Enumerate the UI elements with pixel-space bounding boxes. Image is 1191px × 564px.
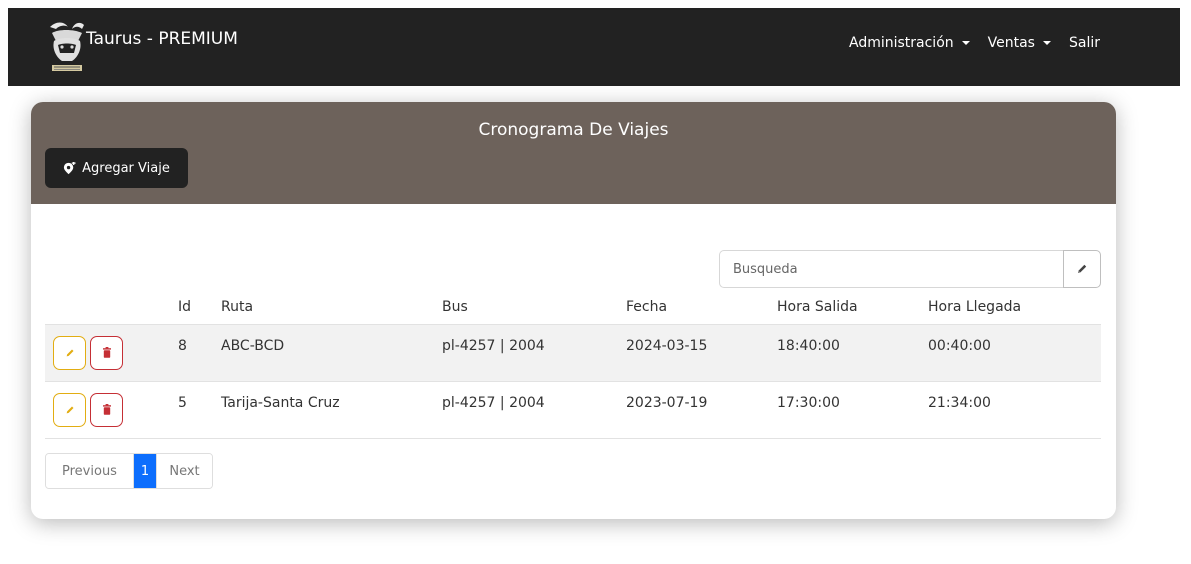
brand-title: Taurus - PREMIUM [86,29,238,49]
cell-hora-salida: 18:40:00 [777,337,840,354]
search-group [719,250,1101,288]
cell-hora-llegada: 21:34:00 [928,394,991,411]
nav-item-ventas[interactable]: Ventas [988,35,1051,51]
caret-down-icon [1042,41,1051,45]
map-marker-plus-icon [64,161,76,174]
cell-fecha: 2023-07-19 [626,394,708,411]
table-row: 5 Tarija-Santa Cruz pl-4257 | 2004 2023-… [45,381,1101,438]
cell-hora-salida: 17:30:00 [777,394,840,411]
column-header-ruta: Ruta [221,290,442,325]
column-header-hora-salida: Hora Salida [777,290,928,325]
trips-table: Id Ruta Bus Fecha Hora Salida Hora Llega… [45,290,1101,439]
cell-bus: pl-4257 | 2004 [442,337,545,354]
pagination-next[interactable]: Next [156,454,212,488]
cell-hora-llegada: 00:40:00 [928,337,991,354]
page-title: Cronograma De Viajes [478,120,669,140]
nav-item-administracion[interactable]: Administración [849,35,970,51]
nav-item-label: Ventas [987,35,1035,51]
trash-icon [102,404,111,415]
brand-link[interactable]: Taurus - PREMIUM [44,15,238,79]
row-actions [45,381,178,438]
column-header-id: Id [178,290,221,325]
nav-item-salir[interactable]: Salir [1069,35,1100,51]
table-row: 8 ABC-BCD pl-4257 | 2004 2024-03-15 18:4… [45,324,1101,381]
add-trip-button-label: Agregar Viaje [82,160,170,176]
cell-fecha: 2024-03-15 [626,337,708,354]
top-navbar: Taurus - PREMIUM Administración Ventas S… [8,8,1180,86]
nav-item-label: Administración [848,35,954,51]
cell-id: 8 [178,337,187,354]
pagination: Previous 1 Next [45,453,213,489]
cell-id: 5 [178,394,187,411]
pencil-icon [1078,264,1087,273]
trip-schedule-card: Cronograma De Viajes Agregar Viaje Busqu… [31,102,1116,519]
cell-bus: pl-4257 | 2004 [442,394,545,411]
pencil-icon [66,406,73,413]
trash-icon [102,347,111,358]
taurus-bull-logo-icon [50,22,84,71]
column-header-actions [45,290,178,325]
nav-menu: Administración Ventas Salir [849,35,1100,51]
delete-button[interactable] [90,335,123,370]
caret-down-icon [961,41,970,45]
column-header-fecha: Fecha [626,290,777,325]
nav-item-label: Salir [1068,35,1100,51]
cell-ruta: ABC-BCD [221,337,285,354]
row-actions [45,324,178,381]
edit-button[interactable] [53,335,86,370]
pagination-page-current[interactable]: 1 [134,454,156,488]
pagination-previous[interactable]: Previous [46,454,134,488]
delete-button[interactable] [90,392,123,427]
pencil-icon [66,349,73,356]
search-button[interactable] [1063,250,1101,288]
table-header-row: Id Ruta Bus Fecha Hora Salida Hora Llega… [45,290,1101,325]
column-header-bus: Bus [442,290,626,325]
search-input[interactable] [719,250,1063,288]
column-header-hora-llegada: Hora Llegada [928,290,1101,325]
cell-ruta: Tarija-Santa Cruz [221,394,340,411]
edit-button[interactable] [53,392,86,427]
add-trip-button[interactable]: Agregar Viaje [45,148,188,188]
card-header: Cronograma De Viajes Agregar Viaje [31,102,1116,204]
